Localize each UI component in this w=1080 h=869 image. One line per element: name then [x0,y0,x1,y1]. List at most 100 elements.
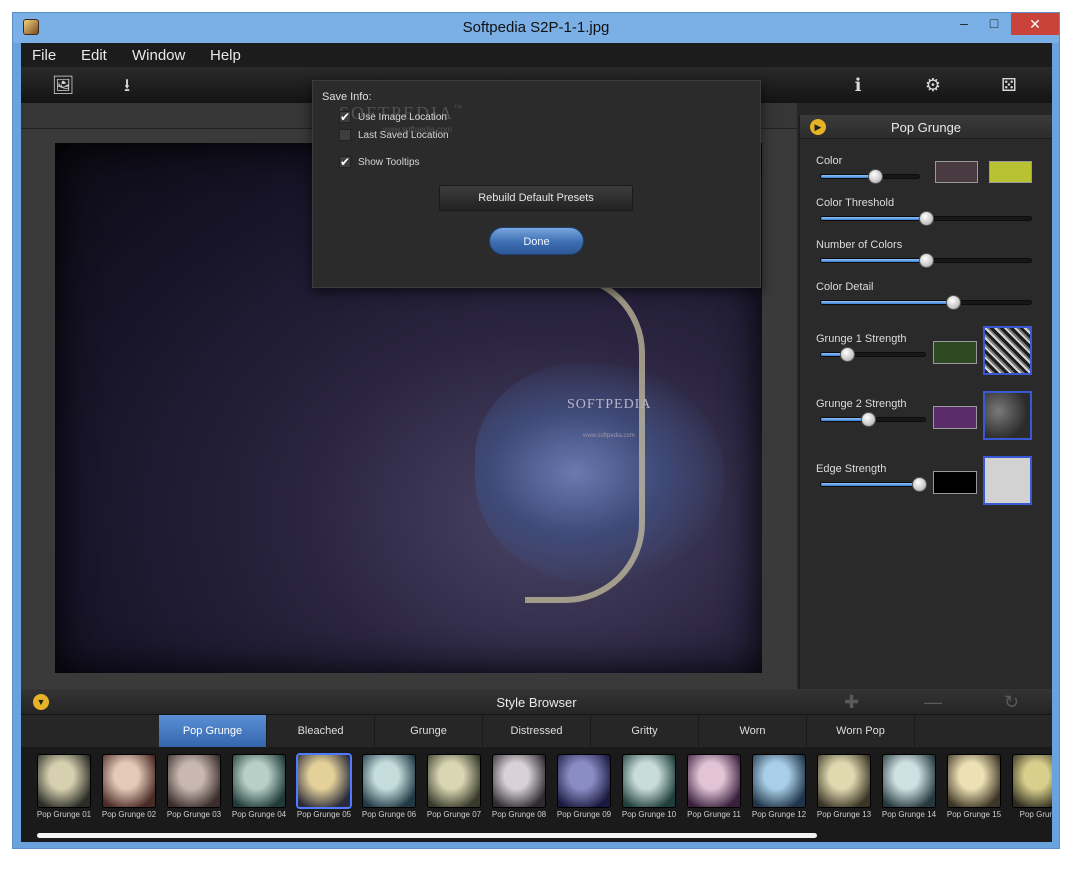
preset-image [38,755,90,807]
preset-image [493,755,545,807]
slider-thumb[interactable] [912,477,927,492]
color-detail-slider[interactable] [820,295,1032,310]
preset-thumbnail[interactable]: Pop Grunge 04 [230,755,288,825]
tab-distressed[interactable]: Distressed [483,715,591,747]
preset-thumbnail[interactable]: Pop Grunge 13 [815,755,873,825]
minimize-button[interactable]: – [949,13,979,35]
preset-image [558,755,610,807]
tab-gritty[interactable]: Gritty [591,715,699,747]
number-of-colors-slider[interactable] [820,253,1032,268]
remove-preset-icon[interactable]: — [924,692,942,713]
grunge-2-color-swatch[interactable] [933,406,977,429]
preset-image [818,755,870,807]
preset-image [363,755,415,807]
preset-thumbnail[interactable]: Pop Grunge 06 [360,755,418,825]
reset-preset-icon[interactable]: ↻ [1004,692,1019,713]
slider-thumb[interactable] [867,169,883,184]
grunge-1-slider[interactable] [820,347,926,362]
dialog-title: Save Info: [322,91,372,103]
option-label: Show Tooltips [358,157,420,168]
preset-thumbnail[interactable]: Pop Grunge 15 [945,755,1003,825]
menu-help[interactable]: Help [210,47,241,64]
tab-grunge[interactable]: Grunge [375,715,483,747]
maximize-button[interactable]: □ [979,13,1009,35]
slider-fill [821,217,926,220]
tab-worn-pop[interactable]: Worn Pop [807,715,915,747]
param-label-color-detail: Color Detail [816,281,874,293]
preset-thumbnail[interactable]: Pop Grunge 05 [295,755,353,825]
menu-file[interactable]: File [32,47,56,64]
menu-window[interactable]: Window [132,47,185,64]
grunge-1-color-swatch[interactable] [933,341,977,364]
randomize-dice-icon[interactable]: ⚄ [994,72,1024,98]
preset-thumbnail[interactable]: Pop Grunge 01 [35,755,93,825]
preset-thumbnail[interactable]: Pop Grunge 11 [685,755,743,825]
horizontal-scrollbar[interactable] [37,833,817,838]
title-bar[interactable]: Softpedia S2P-1-1.jpg – □ ✕ [13,13,1059,43]
grunge-texture-1[interactable] [983,326,1032,375]
color-swatch-2[interactable] [989,161,1032,183]
param-label-grunge-2-strength: Grunge 2 Strength [816,398,907,410]
edge-strength-slider[interactable] [820,477,927,492]
checkbox[interactable]: ✔ [339,111,351,123]
info-icon[interactable]: ℹ [843,72,873,98]
preset-thumbnail[interactable]: Pop Grunge 03 [165,755,223,825]
slider-thumb[interactable] [840,347,855,362]
tab-pop-grunge[interactable]: Pop Grunge [159,715,267,747]
preset-thumbnail[interactable]: Pop Grunge 14 [880,755,938,825]
preset-label: Pop Grunge 01 [36,810,92,819]
preset-image [948,755,1000,807]
preset-image [883,755,935,807]
preset-thumbnail[interactable]: Pop Grunge 12 [750,755,808,825]
add-preset-icon[interactable]: ✚ [844,692,859,713]
preset-thumbnails: Pop Grung Pop Grunge 15 Pop Grunge 14 Pop G… [21,747,1052,842]
done-button[interactable]: Done [489,227,584,255]
close-button[interactable]: ✕ [1011,13,1059,35]
style-browser: ▼ Style Browser ✚ — ↻ Pop Grunge Bleached… [21,689,1052,842]
preset-thumbnail[interactable]: Pop Grunge 02 [100,755,158,825]
color-swatch-1[interactable] [935,161,978,183]
param-label-edge-strength: Edge Strength [816,463,887,475]
preset-image [753,755,805,807]
preset-image [233,755,285,807]
preset-label: Pop Grunge 14 [881,810,937,819]
style-tabs: Pop Grunge Bleached Grunge Distressed Gritty… [21,715,1052,747]
preset-image [623,755,675,807]
slider-thumb[interactable] [919,253,934,268]
preset-label: Pop Grunge 06 [361,810,417,819]
tab-worn[interactable]: Worn [699,715,807,747]
preset-thumbnail[interactable]: Pop Grunge 10 [620,755,678,825]
menu-edit[interactable]: Edit [81,47,107,64]
edge-texture[interactable] [983,456,1032,505]
edge-color-swatch[interactable] [933,471,977,494]
tab-bleached[interactable]: Bleached [267,715,375,747]
grunge-2-slider[interactable] [820,412,926,427]
grunge-texture-2[interactable] [983,391,1032,440]
slider-thumb[interactable] [946,295,962,310]
slider-thumb[interactable] [919,211,934,226]
preset-image [298,755,350,807]
preset-label: Pop Grunge 05 [296,810,352,819]
settings-icon[interactable]: ⚙ [918,72,948,98]
open-image-icon[interactable]: 🖼 [48,72,78,98]
checkbox[interactable] [339,129,351,141]
preset-thumbnail[interactable]: Pop Grunge 09 [555,755,613,825]
panel-header: ▶ Pop Grunge [800,115,1052,139]
preset-thumbnail[interactable]: Pop Grung [1010,755,1052,825]
preset-label: Pop Grunge 10 [621,810,677,819]
color-slider[interactable] [820,169,920,184]
slider-fill [821,483,925,486]
preset-image [428,755,480,807]
preset-thumbnail[interactable]: Pop Grunge 07 [425,755,483,825]
option-label: Last Saved Location [358,130,449,141]
menu-bar: File Edit Window Help [21,43,1052,67]
save-download-icon[interactable]: ⭳ [112,72,142,98]
slider-thumb[interactable] [860,412,876,427]
dialog-watermark-tm: ™ [454,103,464,112]
rebuild-presets-button[interactable]: Rebuild Default Presets [439,185,633,211]
slider-fill [821,259,926,262]
preset-label: Pop Grunge 04 [231,810,287,819]
color-threshold-slider[interactable] [820,211,1032,226]
preset-thumbnail[interactable]: Pop Grunge 08 [490,755,548,825]
checkbox[interactable]: ✔ [339,156,351,168]
